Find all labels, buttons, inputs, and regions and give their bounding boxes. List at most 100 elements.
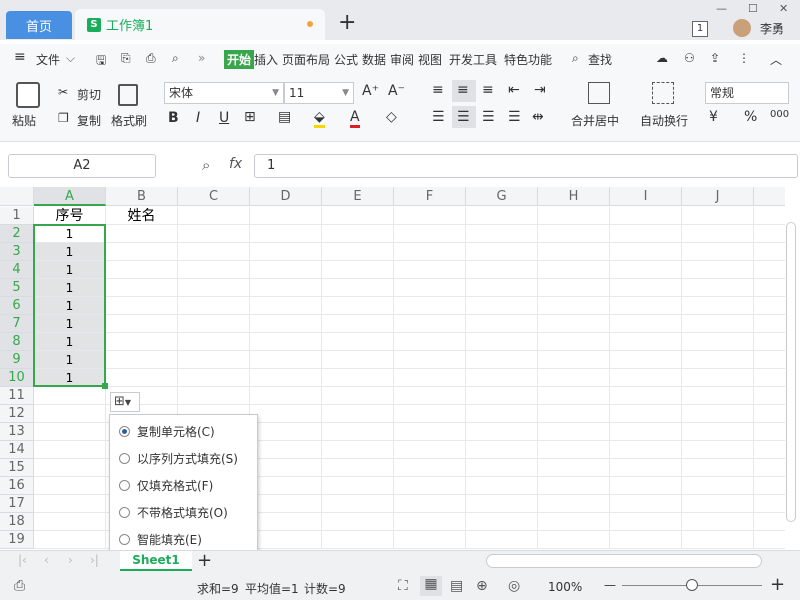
grid-cell[interactable] [754,333,785,351]
grid-cell[interactable] [106,243,178,261]
grid-cell[interactable] [394,315,466,333]
row-header[interactable]: 8 [0,333,34,351]
grid-cell[interactable]: 1 [34,225,106,243]
grid-cell[interactable] [682,423,754,441]
grid-cell[interactable] [682,459,754,477]
grid-cell[interactable] [322,207,394,225]
grid-cell[interactable] [178,387,250,405]
sheet-nav-first-icon[interactable]: |‹ [18,553,27,567]
grid-cell[interactable] [610,513,682,531]
row-header[interactable]: 9 [0,351,34,369]
column-header-h[interactable]: H [538,187,610,206]
increase-font-icon[interactable]: A⁺ [362,83,379,99]
grid-cell[interactable] [250,423,322,441]
paste-icon[interactable] [16,82,40,108]
grid-cell[interactable] [754,387,785,405]
grid-cell[interactable] [754,477,785,495]
vertical-scrollbar[interactable] [786,220,798,550]
grid-cell[interactable] [610,423,682,441]
grid-cell[interactable] [466,261,538,279]
format-painter-button[interactable]: 格式刷 [111,112,147,129]
grid-cell[interactable] [34,441,106,459]
zoom-out-button[interactable]: — [604,578,616,592]
grid-cell[interactable] [178,279,250,297]
number-format-select[interactable]: 常规 [705,82,789,104]
decrease-font-icon[interactable]: A⁻ [388,83,405,99]
page-layout-icon[interactable]: ⊕ [476,578,488,594]
row-header[interactable]: 14 [0,441,34,459]
grid-cell[interactable] [322,495,394,513]
grid-cell[interactable] [34,459,106,477]
merge-center-icon[interactable] [588,82,610,104]
grid-cell[interactable] [682,225,754,243]
row-header[interactable]: 18 [0,513,34,531]
normal-view-icon[interactable]: ▦ [420,576,442,596]
grid-cell[interactable] [250,477,322,495]
row-header[interactable]: 15 [0,459,34,477]
grid-cell[interactable] [34,531,106,549]
grid-cell[interactable] [322,297,394,315]
align-bottom-icon[interactable]: ≡ [482,82,494,98]
indent-left-icon[interactable]: ⇤ [508,82,520,98]
grid-cell[interactable]: 序号 [34,207,106,225]
formula-input[interactable]: 1 [254,154,798,178]
grid-cell[interactable] [322,531,394,549]
close-icon[interactable]: ✕ [779,2,788,15]
grid-cell[interactable] [754,441,785,459]
chevron-down-icon[interactable]: ⌵ [66,51,75,66]
cloud-icon[interactable]: ☁ [656,51,668,65]
grid-cell[interactable] [394,261,466,279]
grid-cell[interactable] [538,441,610,459]
grid-cell[interactable] [682,405,754,423]
grid-cell[interactable] [682,315,754,333]
menu-data[interactable]: 数据 [362,51,386,68]
grid-cell[interactable] [322,243,394,261]
grid-cell[interactable] [394,441,466,459]
grid-cell[interactable] [106,351,178,369]
grid-cell[interactable]: 1 [34,261,106,279]
grid-cell[interactable] [250,225,322,243]
distributed-icon[interactable]: ⇹ [532,109,544,125]
zoom-formula-icon[interactable]: ⌕ [202,156,210,174]
row-header[interactable]: 2 [0,225,34,243]
grid-cell[interactable] [394,207,466,225]
avatar[interactable] [733,19,751,37]
row-header[interactable]: 16 [0,477,34,495]
fx-icon[interactable]: fx [229,156,242,172]
underline-icon[interactable]: U [219,110,229,126]
grid-cell[interactable] [466,459,538,477]
grid-cell[interactable] [682,333,754,351]
grid-cell[interactable] [466,279,538,297]
grid-cell[interactable] [610,441,682,459]
grid-cell[interactable] [682,207,754,225]
column-header-j[interactable]: J [682,187,754,206]
grid-cell[interactable] [682,387,754,405]
horizontal-scrollbar[interactable] [486,554,762,568]
grid-cell[interactable] [106,297,178,315]
grid-cell[interactable] [538,279,610,297]
menu-review[interactable]: 审阅 [390,51,414,68]
grid-cell[interactable] [250,495,322,513]
save-icon[interactable]: 🖫 [96,51,106,72]
grid-cell[interactable] [394,531,466,549]
grid-cell[interactable] [538,459,610,477]
grid-cell[interactable] [754,225,785,243]
grid-cell[interactable] [682,351,754,369]
grid-cell[interactable] [250,405,322,423]
page-break-icon[interactable]: ▤ [450,578,463,594]
grid-cell[interactable] [466,315,538,333]
grid-cell[interactable] [754,279,785,297]
grid-cell[interactable] [610,333,682,351]
grid-cell[interactable]: 姓名 [106,207,178,225]
grid-cell[interactable] [538,405,610,423]
grid-cell[interactable] [610,369,682,387]
fill-color-icon[interactable]: ⬙ [314,109,325,128]
grid-cell[interactable] [322,513,394,531]
italic-icon[interactable]: I [196,110,200,126]
export-icon[interactable]: ⎘ [121,51,131,66]
grid-cell[interactable] [466,495,538,513]
column-header-c[interactable]: C [178,187,250,206]
grid-cell[interactable] [682,513,754,531]
grid-cell[interactable] [682,441,754,459]
minimize-icon[interactable]: — [716,2,727,15]
